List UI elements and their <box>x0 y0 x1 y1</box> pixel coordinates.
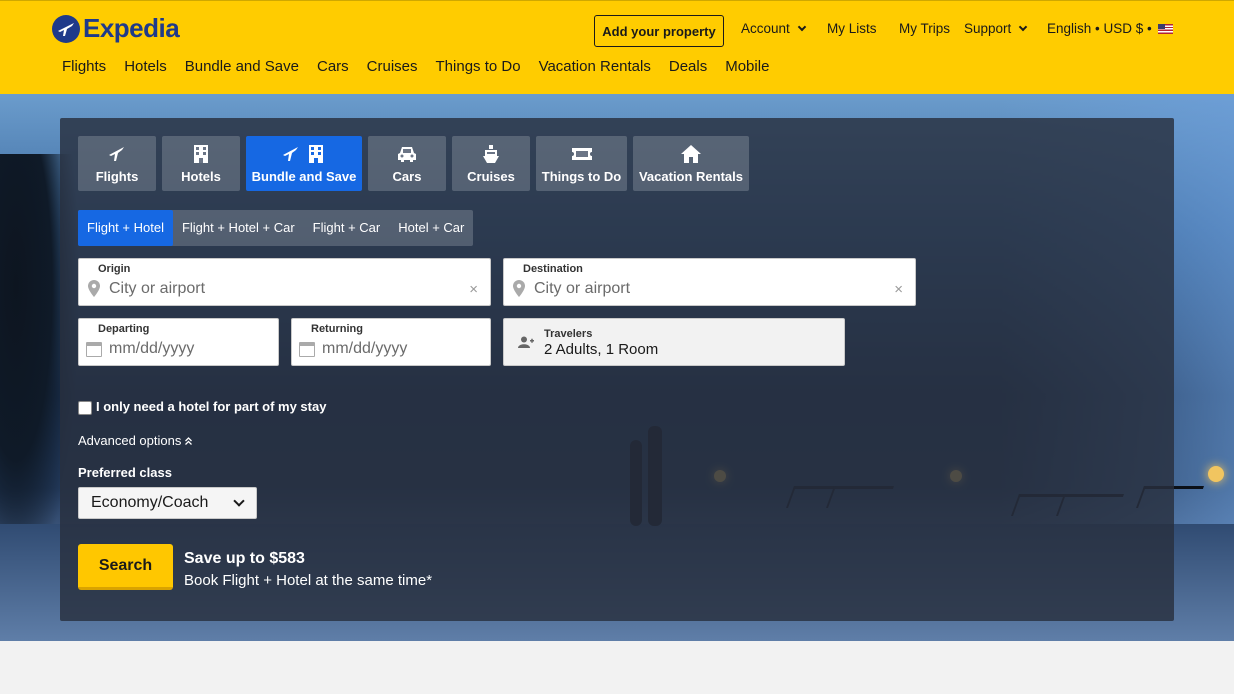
travelers-value: 2 Adults, 1 Room <box>544 341 659 358</box>
departing-input[interactable] <box>109 340 269 358</box>
destination-input[interactable] <box>534 280 834 298</box>
locale-label: English • USD $ • <box>1047 21 1152 36</box>
returning-input[interactable] <box>322 340 482 358</box>
returning-label: Returning <box>311 323 363 335</box>
subtab-flight-hotel-car[interactable]: Flight + Hotel + Car <box>173 210 304 246</box>
nav-hotels[interactable]: Hotels <box>124 58 167 75</box>
tab-label: Things to Do <box>541 169 622 184</box>
hotel-part-label: I only need a hotel for part of my stay <box>96 399 327 414</box>
tab-label: Cars <box>392 169 422 184</box>
location-pin-icon <box>88 280 100 302</box>
clear-icon[interactable]: × <box>469 281 478 298</box>
nav-cruises[interactable]: Cruises <box>367 58 418 75</box>
search-button[interactable]: Search <box>78 544 173 590</box>
ticket-icon <box>571 143 593 165</box>
search-panel: Flights Hotels Bundle and Save Cars Crui… <box>60 118 1174 621</box>
car-icon <box>396 143 418 165</box>
advanced-options-label: Advanced options <box>78 433 182 448</box>
hotel-icon <box>192 143 210 165</box>
page-footer-strip <box>0 641 1234 694</box>
logo-text: Expedia <box>83 13 180 43</box>
tab-label: Cruises <box>467 169 515 184</box>
chevron-down-icon <box>797 22 807 31</box>
location-pin-icon <box>513 280 525 302</box>
departing-field[interactable]: Departing <box>78 318 279 366</box>
calendar-icon <box>299 342 315 357</box>
subtab-flight-car[interactable]: Flight + Car <box>304 210 390 246</box>
preferred-class-select[interactable]: Economy/Coach <box>78 487 257 519</box>
tab-vacation-rentals[interactable]: Vacation Rentals <box>633 136 749 191</box>
preferred-class-value: Economy/Coach <box>91 494 209 511</box>
origin-input[interactable] <box>109 280 409 298</box>
hotel-part-of-stay-option[interactable]: I only need a hotel for part of my stay <box>78 398 326 415</box>
clear-icon[interactable]: × <box>894 281 903 298</box>
tab-label: Flights <box>95 169 139 184</box>
site-header: Expedia Add your property Account My Lis… <box>0 0 1234 94</box>
nav-things-to-do[interactable]: Things to Do <box>436 58 521 75</box>
destination-label: Destination <box>523 263 583 275</box>
origin-field[interactable]: Origin × <box>78 258 491 306</box>
tab-flights[interactable]: Flights <box>78 136 156 191</box>
tab-label: Bundle and Save <box>251 169 357 184</box>
person-add-icon <box>518 335 534 353</box>
my-lists-link[interactable]: My Lists <box>827 21 877 36</box>
add-property-button[interactable]: Add your property <box>594 15 724 47</box>
my-trips-link[interactable]: My Trips <box>899 21 950 36</box>
subtab-flight-hotel[interactable]: Flight + Hotel <box>78 210 173 246</box>
departing-label: Departing <box>98 323 150 335</box>
destination-field[interactable]: Destination × <box>503 258 916 306</box>
tab-label: Vacation Rentals <box>638 169 744 184</box>
tab-hotels[interactable]: Hotels <box>162 136 240 191</box>
nav-cars[interactable]: Cars <box>317 58 349 75</box>
us-flag-icon <box>1157 23 1173 34</box>
nav-mobile[interactable]: Mobile <box>725 58 769 75</box>
search-tabs: Flights Hotels Bundle and Save Cars Crui… <box>78 136 755 191</box>
plane-icon <box>107 143 127 165</box>
nav-bundle-and-save[interactable]: Bundle and Save <box>185 58 299 75</box>
travelers-label: Travelers <box>544 328 593 340</box>
account-label: Account <box>741 21 790 36</box>
house-icon <box>680 143 702 165</box>
support-label: Support <box>964 21 1012 36</box>
tab-cars[interactable]: Cars <box>368 136 446 191</box>
plane-hotel-icon <box>281 143 327 165</box>
advanced-options-toggle[interactable]: Advanced options <box>78 433 192 448</box>
bundle-subtabs: Flight + Hotel Flight + Hotel + Car Flig… <box>78 210 474 246</box>
account-menu[interactable]: Account <box>741 21 807 36</box>
promo-subtitle: Book Flight + Hotel at the same time* <box>184 572 433 589</box>
origin-label: Origin <box>98 263 131 275</box>
travelers-selector[interactable]: Travelers 2 Adults, 1 Room <box>503 318 845 366</box>
locale-selector[interactable]: English • USD $ • <box>1047 21 1173 36</box>
lamp-light <box>1208 466 1224 482</box>
support-menu[interactable]: Support <box>964 21 1028 36</box>
preferred-class-label: Preferred class <box>78 465 172 480</box>
chevron-up-icon <box>185 433 192 448</box>
tab-bundle-and-save[interactable]: Bundle and Save <box>246 136 362 191</box>
hero-background: Flights Hotels Bundle and Save Cars Crui… <box>0 94 1234 641</box>
chevron-down-icon <box>233 495 245 507</box>
tab-things-to-do[interactable]: Things to Do <box>536 136 627 191</box>
nav-deals[interactable]: Deals <box>669 58 707 75</box>
subtab-hotel-car[interactable]: Hotel + Car <box>389 210 473 246</box>
tab-label: Hotels <box>181 169 221 184</box>
tab-cruises[interactable]: Cruises <box>452 136 530 191</box>
cruise-icon <box>482 143 500 165</box>
chevron-down-icon <box>1019 22 1028 31</box>
main-nav: Flights Hotels Bundle and Save Cars Crui… <box>62 58 787 75</box>
calendar-icon <box>86 342 102 357</box>
hotel-part-checkbox[interactable] <box>78 401 92 415</box>
nav-flights[interactable]: Flights <box>62 58 106 75</box>
expedia-logo[interactable]: Expedia <box>52 13 180 44</box>
returning-field[interactable]: Returning <box>291 318 491 366</box>
promo-title: Save up to $583 <box>184 550 305 567</box>
nav-vacation-rentals[interactable]: Vacation Rentals <box>539 58 651 75</box>
globe-plane-icon <box>52 14 80 43</box>
